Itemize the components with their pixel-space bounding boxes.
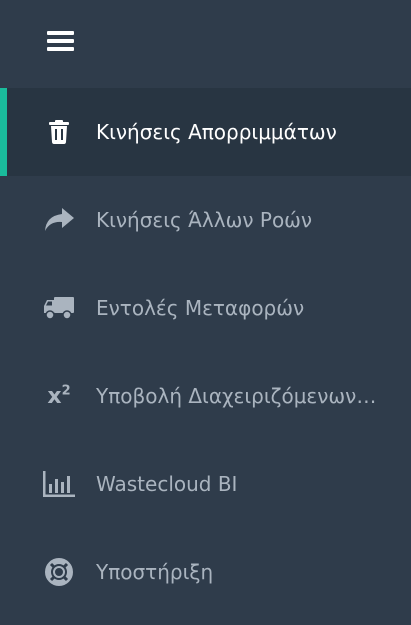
share-arrow-icon	[42, 203, 76, 237]
sidebar-item-transport-orders[interactable]: Εντολές Μεταφορών	[0, 264, 411, 352]
life-ring-icon	[42, 555, 76, 589]
superscript-icon: x2	[47, 383, 71, 409]
sidebar-item-other-flows[interactable]: Κινήσεις Άλλων Ροών	[0, 176, 411, 264]
sidebar-item-label: Υποστήριξη	[96, 560, 214, 584]
sidebar-item-wastecloud-bi[interactable]: Wastecloud BI	[0, 440, 411, 528]
truck-icon	[42, 291, 76, 325]
sidebar: Κινήσεις Απορριμμάτων Κινήσεις Άλλων Ροώ…	[0, 0, 411, 625]
hamburger-menu-icon[interactable]	[47, 31, 74, 51]
sidebar-item-waste-movements[interactable]: Κινήσεις Απορριμμάτων	[0, 88, 411, 176]
sidebar-item-support[interactable]: Υποστήριξη	[0, 528, 411, 616]
sidebar-nav: Κινήσεις Απορριμμάτων Κινήσεις Άλλων Ροώ…	[0, 88, 411, 616]
bar-chart-icon	[42, 467, 76, 501]
sidebar-item-label: Κινήσεις Άλλων Ροών	[96, 208, 313, 232]
sidebar-item-label: Υποβολή Διαχειριζόμενων…	[96, 384, 377, 408]
trash-icon	[42, 115, 76, 149]
sidebar-item-label: Wastecloud BI	[96, 472, 238, 496]
sidebar-item-label: Κινήσεις Απορριμμάτων	[96, 120, 337, 144]
sidebar-item-managed-submission[interactable]: x2 Υποβολή Διαχειριζόμενων…	[0, 352, 411, 440]
sidebar-item-label: Εντολές Μεταφορών	[96, 296, 305, 320]
